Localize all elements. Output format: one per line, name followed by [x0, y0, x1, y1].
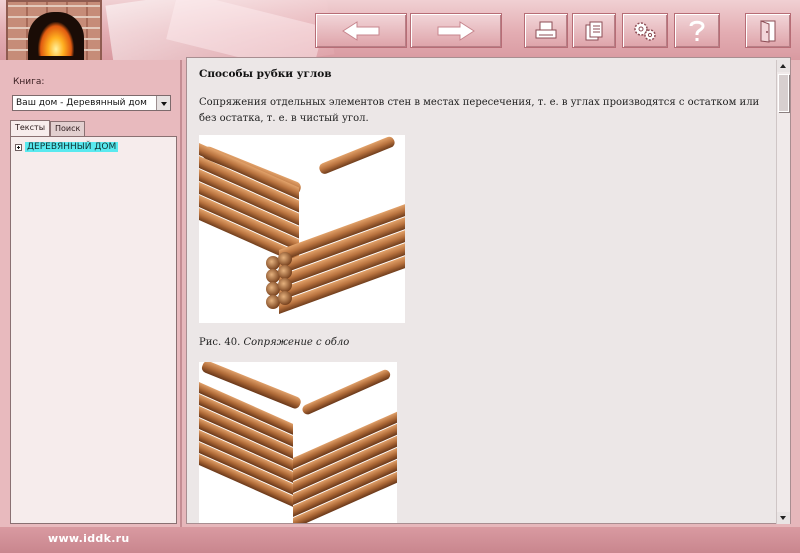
- book-label: Книга:: [13, 77, 45, 87]
- book-select-value: Ваш дом - Деревянный дом: [16, 98, 147, 108]
- book-select[interactable]: Ваш дом - Деревянный дом: [12, 95, 171, 111]
- print-button[interactable]: [524, 13, 568, 48]
- exit-door-icon: [760, 19, 776, 43]
- article-paragraph: Сопряжения отдельных элементов стен в ме…: [199, 97, 760, 124]
- tab-search[interactable]: Поиск: [50, 121, 86, 137]
- expand-icon[interactable]: [15, 143, 22, 151]
- exit-button[interactable]: [745, 13, 791, 48]
- top-toolbar: [0, 0, 800, 60]
- navigation-panel: Книга: Ваш дом - Деревянный дом Тексты П…: [0, 60, 182, 527]
- site-link[interactable]: www.iddk.ru: [48, 532, 130, 545]
- figure-caption-number: Рис. 40.: [199, 337, 241, 348]
- vertical-scrollbar[interactable]: [776, 60, 790, 524]
- gears-icon: [634, 21, 656, 41]
- chevron-down-icon[interactable]: [156, 96, 170, 110]
- figure-caption-title: Сопряжение с обло: [243, 337, 350, 348]
- fire-icon: [38, 22, 74, 56]
- contents-tree: ДЕРЕВЯННЫЙ ДОМ: [10, 136, 177, 524]
- article-view: Способы рубки углов Сопряжения отдельных…: [186, 57, 791, 524]
- fireplace-logo: [6, 0, 102, 60]
- scroll-up-button[interactable]: [777, 60, 790, 72]
- page-title: Способы рубки углов: [199, 68, 332, 80]
- back-button[interactable]: [315, 13, 407, 48]
- tab-texts[interactable]: Тексты: [10, 120, 51, 137]
- panel-tabs: Тексты Поиск: [10, 120, 86, 137]
- figure-log-corner-with-remainder: [199, 135, 405, 323]
- printer-icon: [535, 21, 557, 38]
- documents-icon: [585, 21, 603, 40]
- arrow-left-icon: [342, 20, 380, 41]
- copy-button[interactable]: [572, 13, 616, 48]
- scroll-down-button[interactable]: [777, 512, 790, 524]
- footer-bar: www.iddk.ru: [0, 527, 800, 553]
- help-button[interactable]: [674, 13, 720, 48]
- settings-button[interactable]: [622, 13, 668, 48]
- scroll-thumb[interactable]: [778, 74, 789, 112]
- forward-button[interactable]: [410, 13, 502, 48]
- tree-item-label[interactable]: ДЕРЕВЯННЫЙ ДОМ: [25, 142, 119, 152]
- figure-caption: Рис. 40. Сопряжение с обло: [199, 337, 349, 348]
- figure-log-corner-clean: [199, 362, 397, 523]
- arrow-right-icon: [437, 20, 475, 41]
- question-icon: [689, 20, 705, 41]
- tree-item-wooden-house[interactable]: ДЕРЕВЯННЫЙ ДОМ: [15, 142, 119, 152]
